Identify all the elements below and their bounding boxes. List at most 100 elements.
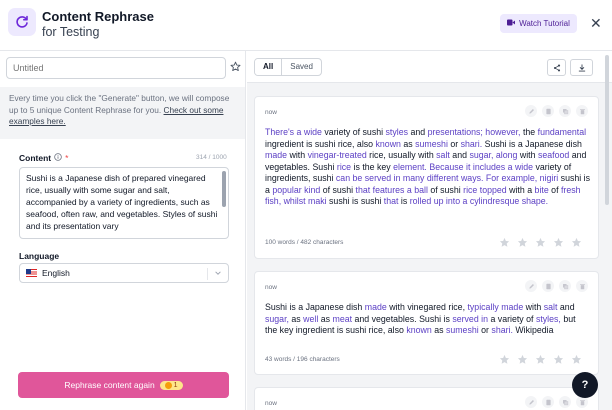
text-segment: is bbox=[398, 196, 410, 206]
text-segment: and bbox=[557, 302, 575, 312]
card-actions bbox=[525, 396, 588, 408]
text-segment: and bbox=[408, 127, 428, 137]
rephrased-word: salt bbox=[543, 302, 558, 312]
result-meta: 43 words / 196 characters bbox=[265, 356, 340, 363]
star-icon[interactable] bbox=[230, 59, 241, 77]
text-segment: or bbox=[447, 138, 461, 149]
rephrased-word: sugar, bbox=[265, 313, 289, 324]
edit-icon[interactable] bbox=[525, 396, 537, 408]
text-segment: a variety of bbox=[488, 313, 536, 324]
star-icon[interactable] bbox=[499, 352, 510, 370]
rephrased-word: styles bbox=[385, 127, 409, 137]
content-text: Sushi is a Japanese dish of prepared vin… bbox=[26, 173, 218, 231]
star-icon[interactable] bbox=[553, 235, 564, 253]
text-segment: and vegetables. Sushi is bbox=[352, 313, 453, 324]
language-value: English bbox=[42, 268, 70, 278]
download-button[interactable] bbox=[570, 59, 593, 76]
star-icon[interactable] bbox=[571, 235, 582, 253]
star-icon[interactable] bbox=[517, 352, 528, 370]
result-time: now bbox=[265, 109, 277, 116]
copy-icon[interactable] bbox=[559, 105, 571, 117]
rephrased-word: served in bbox=[452, 313, 489, 324]
rephrased-word: served in many different ways. For examp… bbox=[364, 173, 559, 183]
rephrased-word: wide bbox=[303, 127, 322, 137]
textarea-scrollbar[interactable] bbox=[222, 171, 226, 207]
rephrased-word: well bbox=[303, 313, 319, 324]
save-icon[interactable] bbox=[542, 280, 554, 292]
rephrased-word: that features a bbox=[355, 184, 412, 195]
save-icon[interactable] bbox=[542, 396, 554, 408]
text-segment: with bbox=[523, 302, 544, 312]
rephrased-word: sumeshi bbox=[415, 138, 448, 149]
rephrased-word: rice bbox=[336, 161, 352, 172]
rephrased-word: known bbox=[406, 325, 432, 335]
star-icon[interactable] bbox=[499, 235, 510, 253]
rephrased-word: seafood bbox=[537, 150, 570, 160]
text-segment: rice, usually with bbox=[366, 150, 437, 160]
title-input[interactable] bbox=[6, 57, 226, 79]
rephrased-word: that bbox=[383, 196, 399, 206]
star-icon[interactable] bbox=[571, 352, 582, 370]
us-flag-icon bbox=[26, 269, 37, 277]
rephrased-word: popular bbox=[272, 184, 302, 195]
result-card: now Sushi is a Japanese dish made with v… bbox=[254, 271, 599, 375]
rephrased-word: wide bbox=[514, 161, 534, 172]
page-title: Content Rephrase bbox=[42, 9, 154, 24]
share-button[interactable] bbox=[547, 59, 566, 76]
star-icon[interactable] bbox=[553, 352, 564, 370]
refresh-icon bbox=[8, 8, 36, 36]
rephrased-word: rolled up into a cylindresque shape. bbox=[409, 196, 549, 206]
text-segment: with a bbox=[506, 184, 535, 195]
copy-icon[interactable] bbox=[559, 280, 571, 292]
rephrased-word: sugar, bbox=[469, 150, 494, 160]
rephrase-button[interactable]: Rephrase content again 1 bbox=[18, 372, 229, 398]
copy-icon[interactable] bbox=[559, 396, 571, 408]
select-separator bbox=[207, 268, 208, 280]
edit-icon[interactable] bbox=[525, 105, 537, 117]
help-button[interactable]: ? bbox=[572, 372, 598, 398]
rephrased-word: styles, bbox=[535, 313, 561, 324]
watch-tutorial-button[interactable]: Watch Tutorial bbox=[500, 14, 577, 33]
rephrased-word: known bbox=[375, 138, 401, 149]
rephrased-word: made bbox=[265, 150, 288, 160]
text-segment: as bbox=[288, 313, 304, 324]
trash-icon[interactable] bbox=[576, 105, 588, 117]
result-card: now bbox=[254, 387, 599, 410]
language-select[interactable]: English bbox=[19, 263, 229, 283]
credit-badge: 1 bbox=[159, 380, 183, 390]
result-time: now bbox=[265, 284, 277, 291]
chevron-down-icon bbox=[214, 269, 222, 279]
text-segment: Sushi is a Japanese dish bbox=[482, 138, 582, 149]
close-icon[interactable]: ✕ bbox=[590, 14, 602, 32]
text-segment: with bbox=[517, 150, 538, 160]
video-icon bbox=[507, 19, 516, 28]
tab-all[interactable]: All bbox=[255, 59, 283, 75]
text-segment: sushi is sushi bbox=[326, 196, 384, 206]
star-icon[interactable] bbox=[535, 352, 546, 370]
content-textarea[interactable]: Sushi is a Japanese dish of prepared vin… bbox=[19, 167, 229, 239]
rephrased-word: made bbox=[364, 302, 387, 312]
save-icon[interactable] bbox=[542, 105, 554, 117]
rephrased-word: along bbox=[495, 150, 518, 160]
content-label-text: Content bbox=[19, 153, 52, 163]
text-segment: variety of sushi bbox=[321, 127, 386, 137]
results-scrollbar[interactable] bbox=[605, 55, 609, 205]
rating-stars[interactable] bbox=[499, 235, 582, 253]
trash-icon[interactable] bbox=[576, 280, 588, 292]
input-panel: Every time you click the "Generate" butt… bbox=[0, 51, 246, 410]
star-icon[interactable] bbox=[535, 235, 546, 253]
required-mark: * bbox=[65, 153, 69, 163]
tab-saved[interactable]: Saved bbox=[282, 59, 321, 75]
rephrased-word: meat bbox=[332, 313, 353, 324]
info-icon[interactable] bbox=[54, 153, 62, 163]
edit-icon[interactable] bbox=[525, 280, 537, 292]
star-icon[interactable] bbox=[517, 235, 528, 253]
language-label: Language bbox=[19, 251, 60, 261]
text-segment: as bbox=[400, 138, 416, 149]
rating-stars[interactable] bbox=[499, 352, 582, 370]
card-actions bbox=[525, 280, 588, 292]
text-segment: of bbox=[548, 184, 561, 195]
credit-count: 1 bbox=[173, 381, 178, 389]
text-segment: and bbox=[449, 150, 470, 160]
rephrased-word: vinegar-treated bbox=[307, 150, 367, 160]
